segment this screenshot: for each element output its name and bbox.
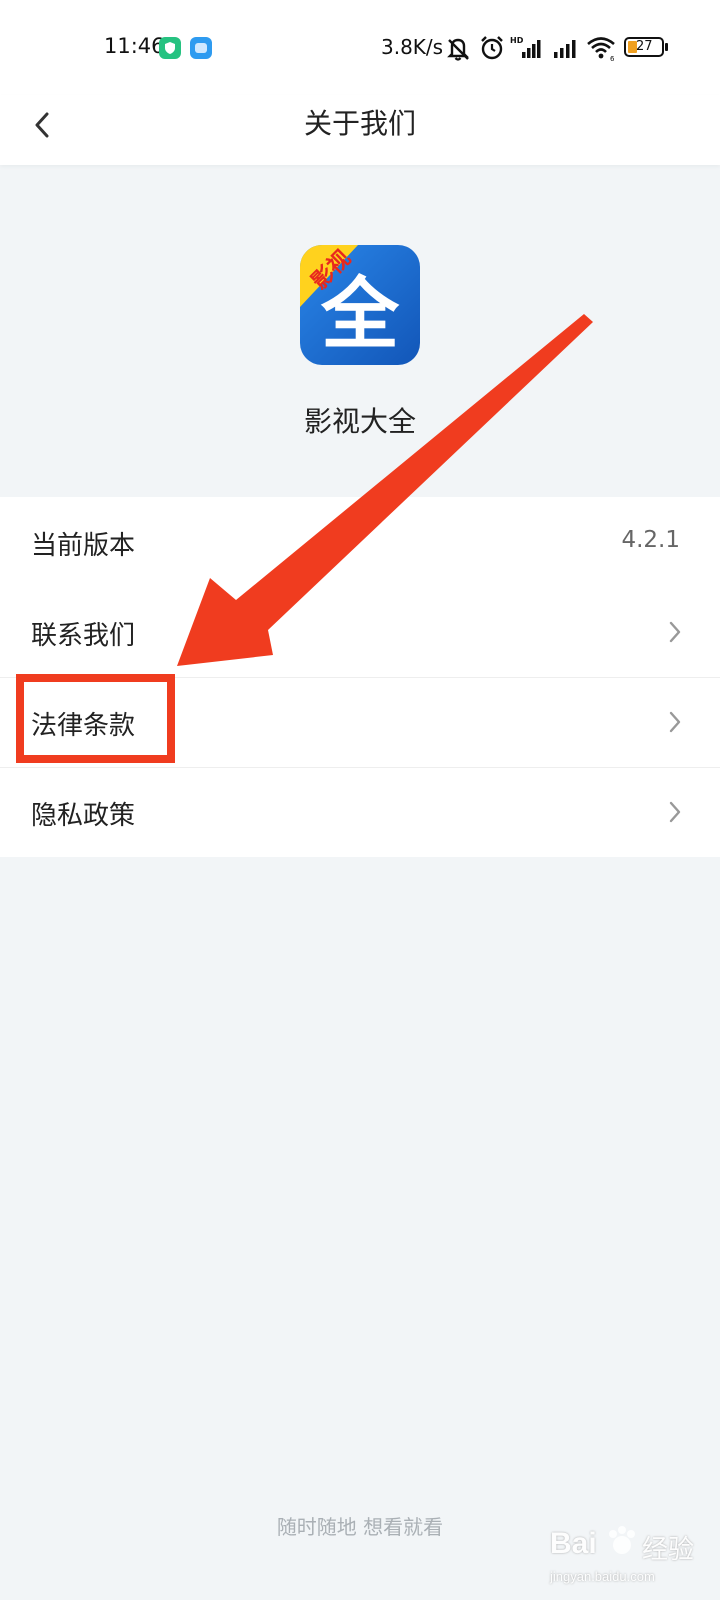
signal-icon	[554, 40, 576, 58]
menu-list: 当前版本 4.2.1 联系我们 法律条款 隐私政策	[0, 497, 720, 857]
svg-text:HD: HD	[510, 36, 524, 45]
menu-item-legal-terms[interactable]: 法律条款	[0, 677, 720, 767]
menu-item-label: 联系我们	[31, 621, 136, 651]
battery-level: 27	[636, 39, 653, 54]
network-speed: 3.8K/s	[381, 35, 444, 59]
status-bar: 11:46 3.8K/s HD 6 27	[0, 0, 720, 95]
menu-item-privacy[interactable]: 隐私政策	[0, 767, 720, 857]
status-time: 11:46	[104, 34, 165, 58]
hd-signal-icon: HD	[510, 36, 541, 58]
cloud-app-icon	[190, 37, 212, 59]
chevron-right-icon	[669, 621, 681, 643]
watermark-brand: Bai	[550, 1527, 597, 1560]
shield-app-icon	[159, 37, 181, 59]
svg-text:6: 6	[610, 55, 615, 63]
menu-item-version: 当前版本 4.2.1	[0, 497, 720, 587]
chevron-right-icon	[669, 801, 681, 823]
chevron-right-icon	[669, 711, 681, 733]
menu-item-label: 当前版本	[31, 531, 136, 561]
watermark-brand-cn: 经验	[642, 1534, 695, 1564]
app-logo: 影视 全	[300, 245, 420, 365]
app-header: 关于我们	[0, 95, 720, 165]
battery-icon: 27	[624, 37, 664, 57]
logo-char: 全	[320, 270, 400, 360]
page-title: 关于我们	[303, 107, 416, 140]
paw-icon	[604, 1523, 640, 1559]
battery-tip	[665, 43, 668, 51]
watermark-url: jingyan.baidu.com	[550, 1569, 655, 1584]
alarm-icon	[481, 36, 503, 60]
menu-item-contact[interactable]: 联系我们	[0, 587, 720, 677]
menu-item-label: 法律条款	[31, 711, 136, 741]
baidu-watermark: Bai 经验 jingyan.baidu.com	[548, 1513, 718, 1593]
muted-bell-icon	[447, 38, 469, 61]
app-name: 影视大全	[303, 405, 416, 438]
wifi-icon: 6	[587, 37, 615, 63]
version-value: 4.2.1	[621, 527, 680, 553]
menu-item-label: 隐私政策	[31, 801, 136, 831]
